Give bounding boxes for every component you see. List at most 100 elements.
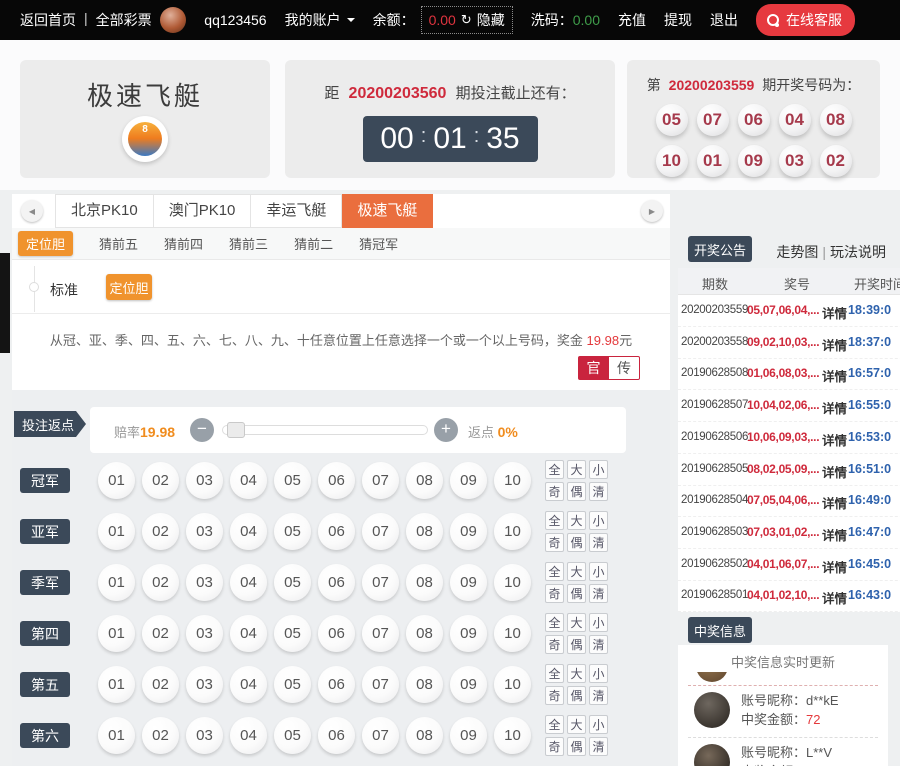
number-ball[interactable]: 05 (274, 462, 311, 499)
logout-link[interactable]: 退出 (710, 10, 738, 30)
number-ball[interactable]: 05 (274, 564, 311, 601)
number-ball[interactable]: 01 (98, 615, 135, 652)
number-ball[interactable]: 04 (230, 513, 267, 550)
quick-select-button[interactable]: 小 (589, 613, 608, 632)
number-ball[interactable]: 04 (230, 564, 267, 601)
number-ball[interactable]: 07 (362, 666, 399, 703)
position-label[interactable]: 亚军 (20, 519, 70, 544)
customer-service-button[interactable]: 在线客服 (756, 4, 855, 36)
quick-select-button[interactable]: 偶 (567, 533, 586, 552)
quick-select-button[interactable]: 大 (567, 613, 586, 632)
number-ball[interactable]: 09 (450, 717, 487, 754)
play-subtab[interactable]: 猜冠军 (359, 234, 398, 253)
quick-select-button[interactable]: 小 (589, 460, 608, 479)
quick-select-button[interactable]: 奇 (545, 533, 564, 552)
number-ball[interactable]: 06 (318, 513, 355, 550)
number-ball[interactable]: 07 (362, 564, 399, 601)
number-ball[interactable]: 10 (494, 615, 531, 652)
number-ball[interactable]: 01 (98, 666, 135, 703)
number-ball[interactable]: 03 (186, 666, 223, 703)
lottery-tab[interactable]: 极速飞艇 (342, 194, 433, 228)
lottery-tab[interactable]: 澳门PK10 (154, 194, 252, 228)
trend-chart-link[interactable]: 走势图 (776, 244, 818, 260)
number-ball[interactable]: 06 (318, 717, 355, 754)
number-ball[interactable]: 07 (362, 462, 399, 499)
quick-select-button[interactable]: 小 (589, 562, 608, 581)
balance-box[interactable]: 0.00 ↻ 隐藏 (421, 6, 513, 34)
number-ball[interactable]: 02 (142, 513, 179, 550)
quick-select-button[interactable]: 偶 (567, 737, 586, 756)
number-ball[interactable]: 08 (406, 513, 443, 550)
recharge-link[interactable]: 充值 (618, 10, 646, 30)
collapsed-side-handle[interactable] (0, 253, 10, 353)
number-ball[interactable]: 07 (362, 513, 399, 550)
quick-select-button[interactable]: 大 (567, 511, 586, 530)
position-label[interactable]: 季军 (20, 570, 70, 595)
number-ball[interactable]: 05 (274, 615, 311, 652)
detail-link[interactable]: 详情 (822, 430, 847, 449)
number-ball[interactable]: 10 (494, 666, 531, 703)
quick-select-button[interactable]: 偶 (567, 635, 586, 654)
number-ball[interactable]: 09 (450, 513, 487, 550)
quick-select-button[interactable]: 清 (589, 737, 608, 756)
number-ball[interactable]: 02 (142, 666, 179, 703)
number-ball[interactable]: 08 (406, 615, 443, 652)
position-label[interactable]: 第六 (20, 723, 70, 748)
quick-select-button[interactable]: 大 (567, 460, 586, 479)
number-ball[interactable]: 10 (494, 513, 531, 550)
number-ball[interactable]: 04 (230, 666, 267, 703)
quick-select-button[interactable]: 全 (545, 460, 564, 479)
number-ball[interactable]: 04 (230, 462, 267, 499)
play-subtab[interactable]: 猜前五 (99, 234, 138, 253)
quick-select-button[interactable]: 奇 (545, 686, 564, 705)
quick-select-button[interactable]: 奇 (545, 635, 564, 654)
number-ball[interactable]: 02 (142, 615, 179, 652)
number-ball[interactable]: 03 (186, 717, 223, 754)
number-ball[interactable]: 01 (98, 462, 135, 499)
all-lottery-link[interactable]: 全部彩票 (96, 10, 152, 30)
number-ball[interactable]: 09 (450, 462, 487, 499)
quick-select-button[interactable]: 偶 (567, 686, 586, 705)
mode-radio-icon[interactable] (29, 282, 39, 292)
number-ball[interactable]: 03 (186, 615, 223, 652)
quick-select-button[interactable]: 小 (589, 664, 608, 683)
quick-select-button[interactable]: 大 (567, 562, 586, 581)
number-ball[interactable]: 06 (318, 564, 355, 601)
detail-link[interactable]: 详情 (822, 493, 847, 512)
play-subtab[interactable]: 猜前二 (294, 234, 333, 253)
play-subtab[interactable]: 定位胆 (18, 231, 73, 256)
detail-link[interactable]: 详情 (822, 557, 847, 576)
user-avatar[interactable] (160, 7, 186, 33)
rules-link[interactable]: 玩法说明 (830, 244, 886, 260)
quick-select-button[interactable]: 大 (567, 715, 586, 734)
number-ball[interactable]: 08 (406, 462, 443, 499)
number-ball[interactable]: 07 (362, 615, 399, 652)
tabs-scroll-right-icon[interactable]: ▶ (641, 200, 663, 222)
quick-select-button[interactable]: 清 (589, 686, 608, 705)
detail-link[interactable]: 详情 (822, 303, 847, 322)
quick-select-button[interactable]: 奇 (545, 482, 564, 501)
number-ball[interactable]: 09 (450, 564, 487, 601)
number-ball[interactable]: 10 (494, 717, 531, 754)
quick-select-button[interactable]: 全 (545, 613, 564, 632)
number-ball[interactable]: 06 (318, 615, 355, 652)
number-ball[interactable]: 02 (142, 564, 179, 601)
detail-link[interactable]: 详情 (822, 335, 847, 354)
quick-select-button[interactable]: 清 (589, 584, 608, 603)
my-account-menu[interactable]: 我的账户 (285, 10, 355, 30)
position-label[interactable]: 第四 (20, 621, 70, 646)
quick-select-button[interactable]: 全 (545, 664, 564, 683)
play-subtab[interactable]: 猜前三 (229, 234, 268, 253)
official-button[interactable]: 官 (578, 356, 609, 380)
number-ball[interactable]: 04 (230, 615, 267, 652)
detail-link[interactable]: 详情 (822, 525, 847, 544)
number-ball[interactable]: 10 (494, 462, 531, 499)
rebate-slider-handle[interactable] (227, 422, 245, 438)
number-ball[interactable]: 07 (362, 717, 399, 754)
rebate-minus-button[interactable]: − (190, 418, 214, 442)
play-subtab[interactable]: 猜前四 (164, 234, 203, 253)
number-ball[interactable]: 09 (450, 615, 487, 652)
rebate-slider-track[interactable] (222, 425, 428, 435)
lottery-tab[interactable]: 幸运飞艇 (251, 194, 342, 228)
number-ball[interactable]: 03 (186, 564, 223, 601)
